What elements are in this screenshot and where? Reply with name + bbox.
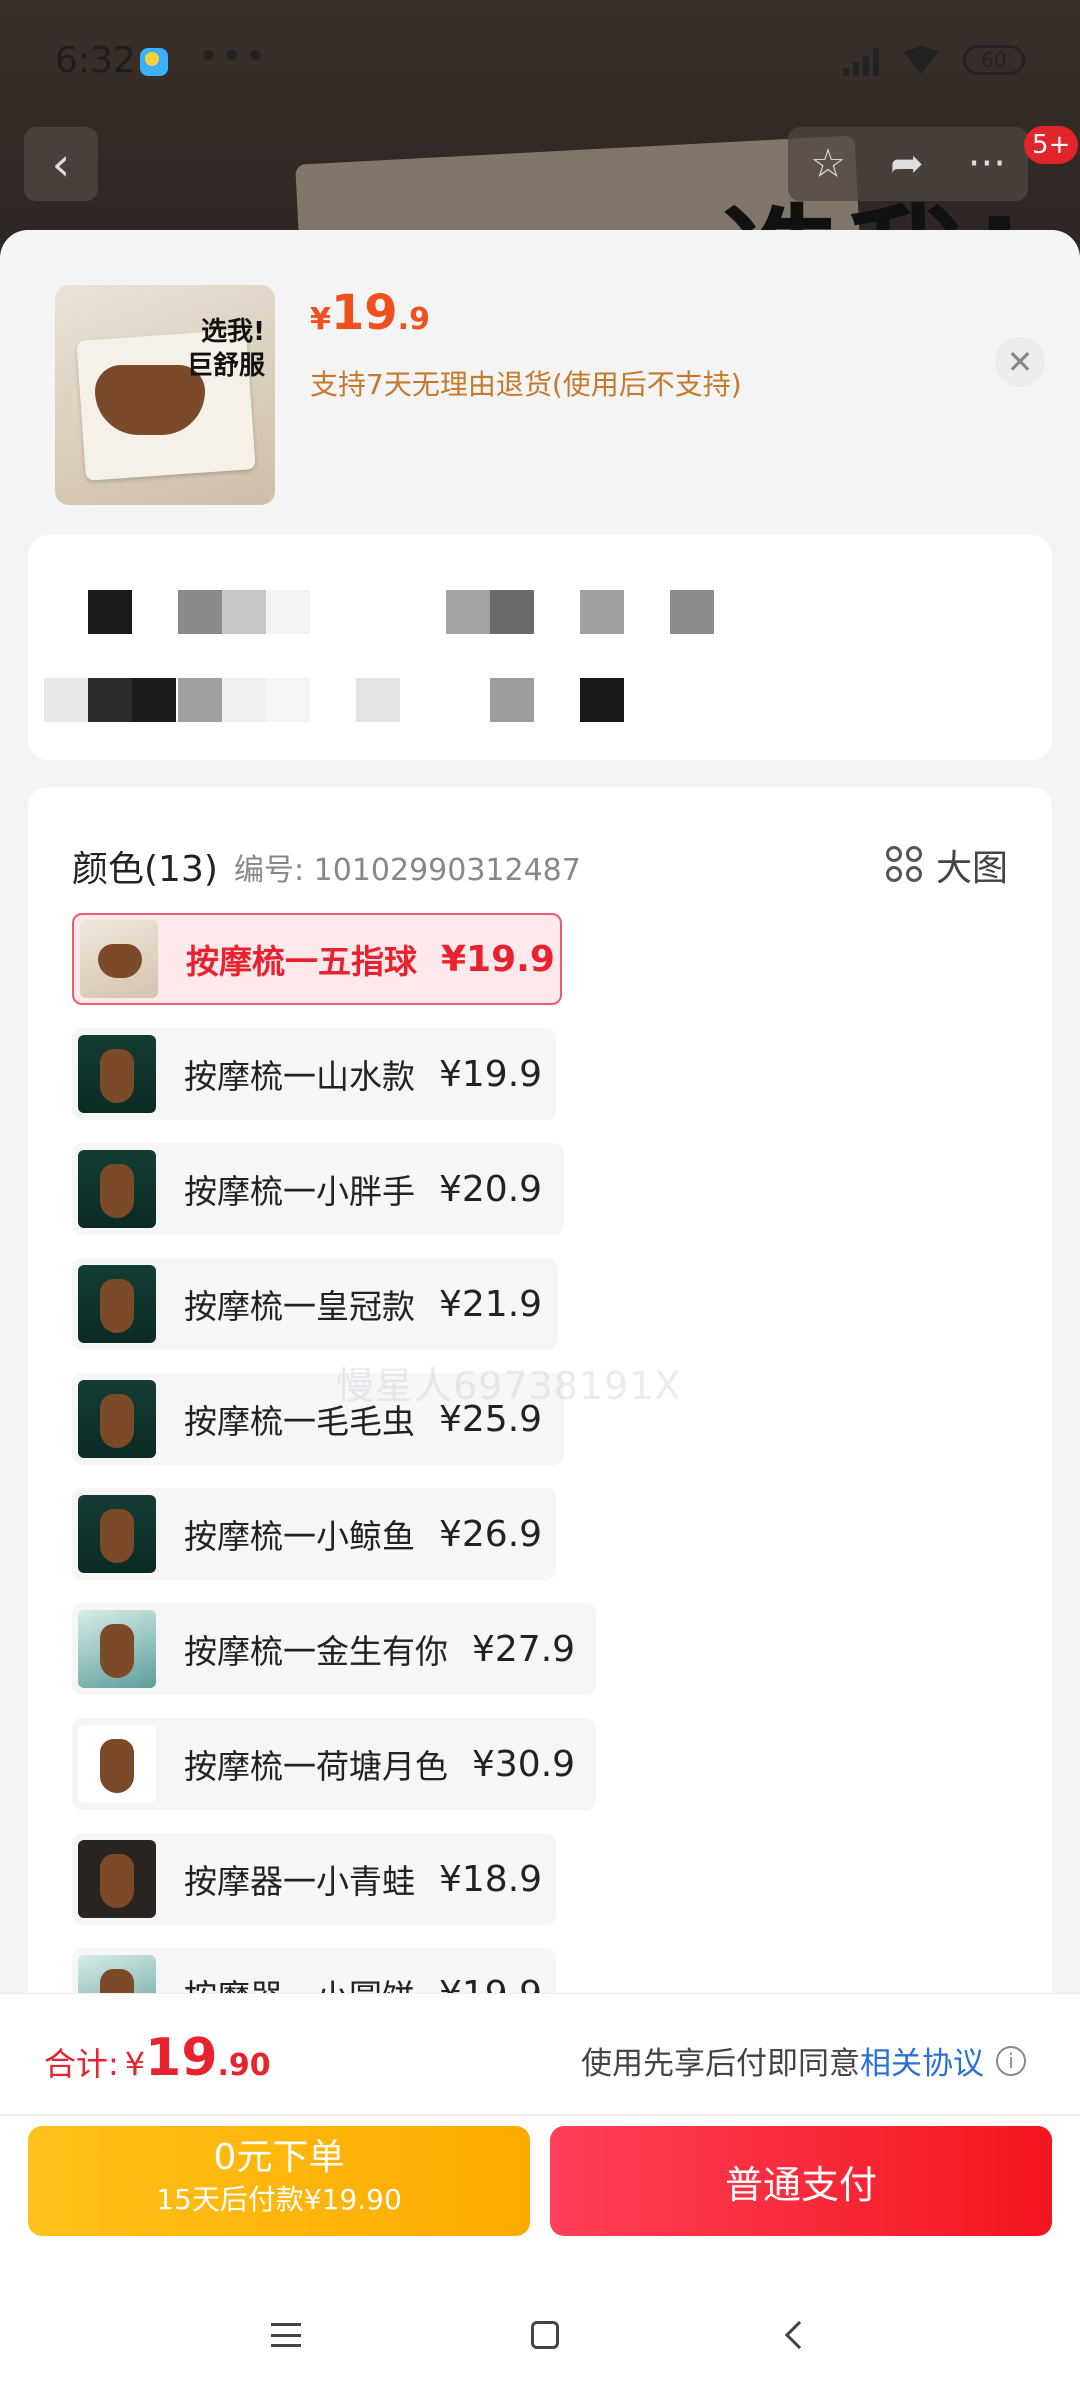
product-summary: 选我! 巨舒服 ¥19.9 支持7天无理由退货(使用后不支持) ✕ bbox=[55, 285, 1045, 515]
spec-option[interactable]: 按摩梳一小鲸鱼 ¥26.9 bbox=[72, 1488, 556, 1580]
normal-pay-button[interactable]: 普通支付 bbox=[550, 2126, 1052, 2236]
option-thumbnail-comb bbox=[100, 1739, 134, 1793]
product-code: 编号: 10102990312487 bbox=[234, 853, 581, 888]
close-button[interactable]: ✕ bbox=[995, 337, 1045, 387]
grid-icon bbox=[885, 846, 924, 884]
option-thumbnail-comb bbox=[100, 1854, 134, 1908]
option-thumbnail bbox=[78, 1150, 156, 1228]
status-bar: 6:32 ••• 60 bbox=[0, 0, 1080, 120]
spec-option[interactable]: 按摩梳一五指球 ¥19.9 bbox=[72, 913, 562, 1005]
option-thumbnail bbox=[78, 1035, 156, 1113]
big-picture-label: 大图 bbox=[935, 848, 1008, 889]
status-time: 6:32 bbox=[55, 40, 136, 81]
option-price: ¥18.9 bbox=[439, 1858, 543, 1900]
signal-icon bbox=[843, 44, 879, 76]
option-label: 按摩器一小青蛙 bbox=[184, 1862, 415, 1901]
agreement-text: 使用先享后付即同意 bbox=[581, 2046, 860, 2082]
option-price: ¥26.9 bbox=[439, 1513, 543, 1555]
total-decimal: .90 bbox=[217, 2048, 271, 2083]
option-thumbnail bbox=[78, 1610, 156, 1688]
option-thumbnail bbox=[78, 1495, 156, 1573]
back-button[interactable]: ‹ bbox=[24, 127, 98, 201]
more-notifications-icon: ••• bbox=[198, 36, 268, 77]
option-label: 按摩梳一小鲸鱼 bbox=[184, 1517, 415, 1556]
product-price: ¥19.9 bbox=[310, 285, 430, 341]
notification-badge: 5+ bbox=[1024, 126, 1079, 164]
watermark: 慢星人69738191X bbox=[336, 1364, 682, 1408]
price-decimal: .9 bbox=[397, 302, 430, 337]
option-thumbnail bbox=[78, 1265, 156, 1343]
big-picture-toggle[interactable]: 大图 bbox=[885, 839, 1008, 891]
option-label: 按摩梳一山水款 bbox=[184, 1057, 415, 1096]
page-actions: ☆ ➦ ··· bbox=[788, 127, 1028, 201]
pay-later-subtitle: 15天后付款¥19.90 bbox=[156, 2183, 402, 2216]
back-icon[interactable] bbox=[784, 2320, 814, 2350]
option-thumbnail-comb bbox=[100, 1624, 134, 1678]
address-card-redacted[interactable] bbox=[28, 535, 1052, 760]
option-price: ¥19.9 bbox=[439, 1053, 543, 1095]
weather-icon bbox=[140, 48, 168, 76]
option-price: ¥19.9 bbox=[441, 938, 555, 980]
agreement-link[interactable]: 相关协议 bbox=[860, 2038, 984, 2083]
close-icon: ✕ bbox=[1006, 343, 1034, 381]
option-label: 按摩梳一荷塘月色 bbox=[184, 1747, 448, 1786]
battery-icon: 60 bbox=[963, 45, 1025, 75]
option-label: 按摩梳一金生有你 bbox=[184, 1632, 448, 1671]
footer-divider bbox=[0, 2114, 1080, 2116]
option-price: ¥21.9 bbox=[439, 1283, 543, 1325]
status-icons: 60 bbox=[843, 44, 1025, 76]
option-label: 按摩梳一五指球 bbox=[186, 942, 417, 981]
price-currency: ¥ bbox=[310, 302, 331, 337]
recents-icon[interactable] bbox=[271, 2323, 301, 2347]
thumbnail-text: 选我! 巨舒服 bbox=[186, 317, 265, 381]
product-thumbnail[interactable]: 选我! 巨舒服 bbox=[55, 285, 275, 505]
return-policy: 支持7天无理由退货(使用后不支持) bbox=[310, 368, 742, 401]
home-icon[interactable] bbox=[531, 2321, 559, 2349]
total-currency: ¥ bbox=[124, 2045, 146, 2083]
option-label: 按摩梳一小胖手 bbox=[184, 1172, 415, 1211]
option-thumbnail-comb bbox=[100, 1164, 134, 1218]
spec-option[interactable]: 按摩梳一山水款 ¥19.9 bbox=[72, 1028, 556, 1120]
system-nav-bar bbox=[0, 2270, 1080, 2400]
option-thumbnail-comb bbox=[100, 1279, 134, 1333]
option-thumbnail-comb bbox=[100, 1394, 134, 1448]
favorite-icon[interactable]: ☆ bbox=[810, 141, 846, 187]
option-price: ¥20.9 bbox=[439, 1168, 543, 1210]
share-icon[interactable]: ➦ bbox=[890, 141, 924, 187]
option-thumbnail bbox=[78, 1380, 156, 1458]
pay-later-title: 0元下单 bbox=[213, 2137, 345, 2178]
price-integer: 19 bbox=[330, 285, 398, 341]
spec-option[interactable]: 按摩梳一荷塘月色 ¥30.9 bbox=[72, 1718, 596, 1810]
option-thumbnail-comb bbox=[100, 1049, 134, 1103]
option-price: ¥27.9 bbox=[472, 1628, 576, 1670]
option-price: ¥30.9 bbox=[472, 1743, 576, 1785]
option-thumbnail bbox=[80, 920, 158, 998]
option-thumbnail-comb bbox=[100, 1509, 134, 1563]
option-thumbnail bbox=[78, 1725, 156, 1803]
spec-option[interactable]: 按摩器一小青蛙 ¥18.9 bbox=[72, 1833, 556, 1925]
total-integer: 19 bbox=[145, 2028, 218, 2088]
spec-title: 颜色(13) bbox=[72, 849, 218, 890]
wifi-icon bbox=[903, 46, 939, 74]
spec-option[interactable]: 按摩梳一皇冠款 ¥21.9 bbox=[72, 1258, 558, 1350]
option-thumbnail bbox=[78, 1840, 156, 1918]
order-total: 合计: ¥ 19 .90 bbox=[44, 2028, 271, 2088]
info-icon[interactable]: i bbox=[996, 2045, 1026, 2076]
spec-option[interactable]: 按摩梳一小胖手 ¥20.9 bbox=[72, 1143, 564, 1235]
more-icon[interactable]: ··· bbox=[968, 141, 1006, 187]
option-label: 按摩梳一皇冠款 bbox=[184, 1287, 415, 1326]
option-thumbnail-comb bbox=[98, 944, 142, 978]
spec-option[interactable]: 按摩梳一金生有你 ¥27.9 bbox=[72, 1603, 596, 1695]
agreement-notice: 使用先享后付即同意 相关协议 i bbox=[581, 2038, 1026, 2083]
total-label: 合计: bbox=[44, 2045, 119, 2083]
chevron-left-icon: ‹ bbox=[51, 137, 71, 191]
pay-later-button[interactable]: 0元下单 15天后付款¥19.90 bbox=[28, 2126, 530, 2236]
